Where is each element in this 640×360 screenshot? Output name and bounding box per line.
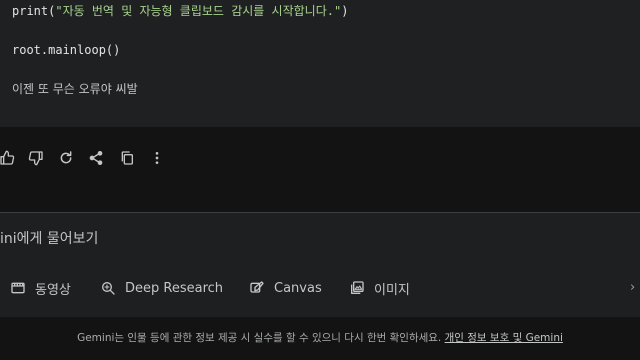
deep-research-icon	[102, 282, 115, 295]
privacy-link[interactable]: 개인 정보 보호 및 Gemini	[445, 332, 563, 344]
image-icon	[351, 281, 364, 294]
footer-disclaimer-text: Gemini는 인물 등에 관한 정보 제공 시 실수를 할 수 있으니 다시 …	[77, 332, 442, 344]
code-line-mainloop: root.mainloop()	[12, 43, 121, 57]
refresh-icon	[60, 151, 72, 164]
prompt-composer	[0, 212, 640, 317]
footer-disclaimer: Gemini는 인물 등에 관한 정보 제공 시 실수를 할 수 있으니 다시 …	[0, 331, 640, 345]
more-vert-icon	[155, 152, 159, 164]
canvas-icon	[250, 281, 264, 293]
code-line-print: print("자동 번역 및 자능형 클립보드 감시를 시작합니다.")	[12, 3, 348, 19]
tool-deep-research-button[interactable]: Deep Research	[100, 279, 223, 297]
copy-icon	[121, 151, 133, 165]
tool-video-button[interactable]: 동영상	[10, 279, 71, 298]
tool-video-label: 동영상	[35, 282, 71, 298]
prompt-input[interactable]: ini에게 물어보기	[0, 230, 98, 248]
tool-image-button[interactable]: 이미지	[349, 279, 410, 298]
regenerate-button[interactable]	[56, 148, 76, 168]
code-print-prefix: print(	[12, 4, 56, 18]
tool-canvas-label: Canvas	[274, 280, 322, 296]
share-button[interactable]	[86, 148, 106, 168]
overflow-indicator: ›	[630, 280, 636, 295]
gemini-chat-page: print("자동 번역 및 자능형 클립보드 감시를 시작합니다.") roo…	[0, 0, 640, 360]
copy-button[interactable]	[117, 148, 137, 168]
user-message-bubble	[0, 0, 640, 127]
code-print-string: "자동 번역 및 자능형 클립보드 감시를 시작합니다."	[55, 4, 342, 18]
tool-deep-research-label: Deep Research	[125, 280, 224, 296]
code-print-suffix: )	[341, 4, 349, 18]
video-icon	[11, 282, 25, 294]
thumbs-up-button[interactable]	[0, 148, 17, 168]
more-options-button[interactable]	[147, 148, 167, 168]
thumbs-down-button[interactable]	[26, 148, 46, 168]
tool-canvas-button[interactable]: Canvas	[249, 279, 322, 297]
share-icon	[89, 151, 103, 165]
user-message-text: 이젠 또 무슨 오류야 씨발	[12, 82, 138, 96]
thumbs-down-icon	[28, 151, 43, 166]
thumbs-up-icon	[0, 150, 15, 165]
tool-image-label: 이미지	[374, 282, 410, 298]
